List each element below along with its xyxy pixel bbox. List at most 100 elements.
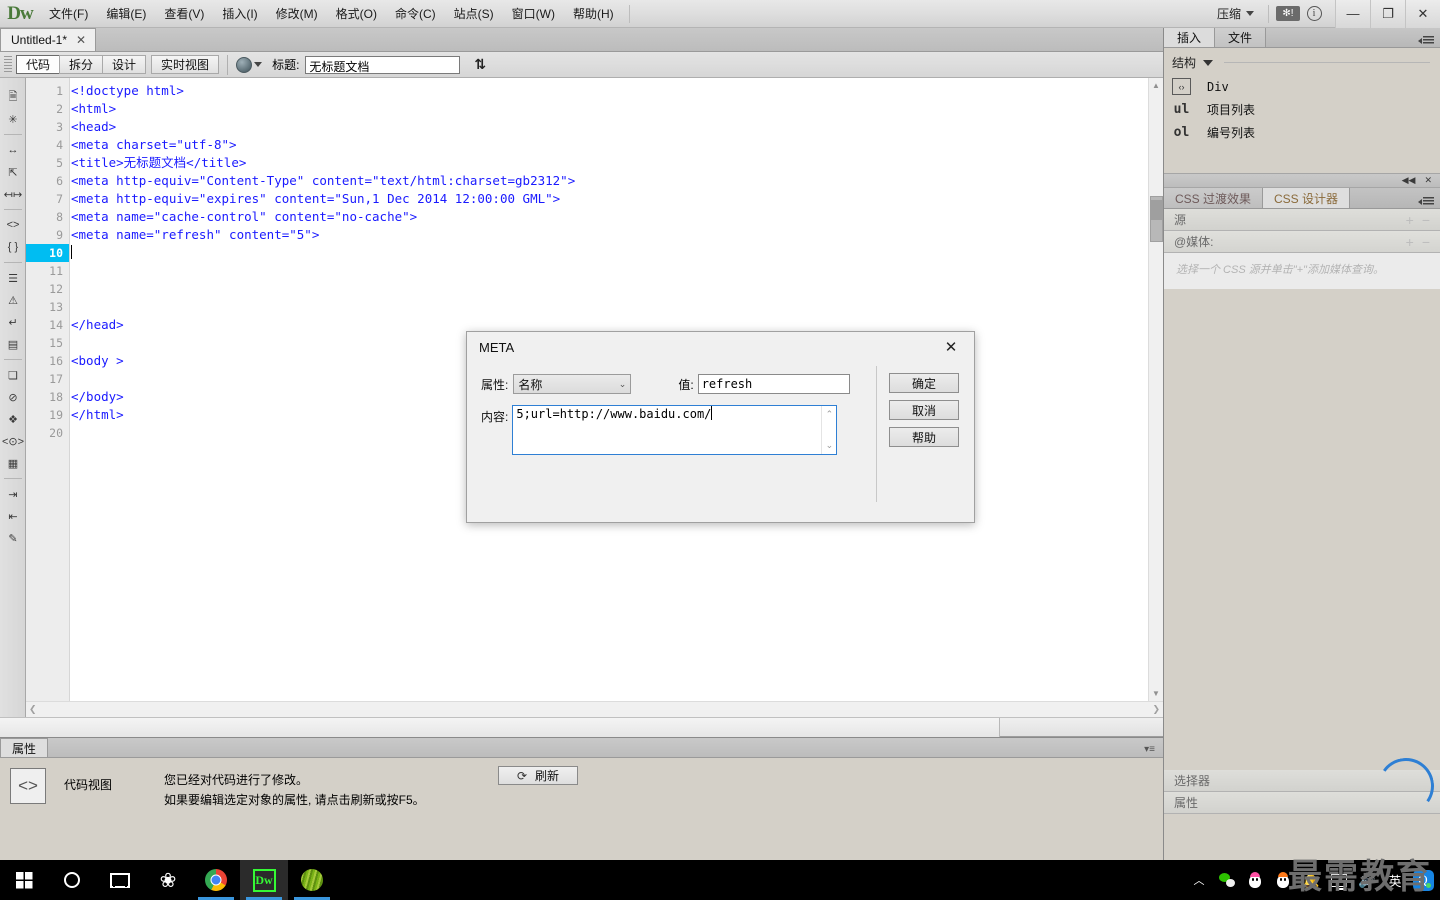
help-button[interactable]: 帮助 bbox=[889, 427, 959, 447]
tab-css-designer[interactable]: CSS 设计器 bbox=[1263, 188, 1351, 208]
chevron-down-icon-2[interactable] bbox=[254, 62, 263, 67]
value-input[interactable]: refresh bbox=[697, 374, 850, 394]
insert-item-div[interactable]: ‹› Div bbox=[1164, 75, 1440, 98]
open-documents-icon[interactable]: 🗎 bbox=[0, 86, 26, 108]
scroll-down-icon-2[interactable]: ⌄ bbox=[826, 440, 834, 451]
qq-tray-icon-pink[interactable] bbox=[1242, 860, 1268, 900]
recent-snippets-icon[interactable]: <⊙> bbox=[0, 430, 26, 452]
scroll-up-icon-2[interactable]: ⌃ bbox=[826, 409, 834, 420]
remove-source-icon[interactable]: − bbox=[1422, 212, 1430, 228]
apply-comment-icon[interactable]: ❏ bbox=[0, 364, 26, 386]
close-button[interactable]: ✕ bbox=[1405, 0, 1440, 28]
circle-icon bbox=[64, 872, 80, 888]
editor-vertical-scrollbar[interactable]: ▲ ▼ bbox=[1148, 78, 1163, 701]
wechat-tray-icon[interactable] bbox=[1214, 860, 1240, 900]
scroll-left-icon[interactable]: ❮ bbox=[29, 704, 37, 715]
menu-view[interactable]: 查看(V) bbox=[155, 1, 213, 26]
expand-panels-icon[interactable]: ◀◀ bbox=[1402, 175, 1416, 186]
content-textarea[interactable]: 5;url=http://www.baidu.com/ ⌃ ⌄ bbox=[512, 405, 838, 455]
code-line: <meta http-equiv="expires" content="Sun,… bbox=[71, 191, 561, 206]
view-design-button[interactable]: 设计 bbox=[102, 55, 147, 74]
view-live-button[interactable]: 实时视图 bbox=[151, 55, 220, 74]
tab-files[interactable]: 文件 bbox=[1215, 28, 1267, 47]
view-split-button[interactable]: 拆分 bbox=[59, 55, 104, 74]
expand-all-icon[interactable]: ↤↦ bbox=[0, 183, 26, 205]
minimize-button[interactable]: — bbox=[1335, 0, 1370, 28]
remove-media-icon[interactable]: − bbox=[1422, 234, 1430, 250]
preview-browser-icon[interactable] bbox=[236, 56, 253, 73]
info-button[interactable]: i bbox=[1301, 4, 1327, 24]
insert-category-selector[interactable]: 结构 bbox=[1164, 48, 1440, 75]
workspace-switcher[interactable]: 压缩 bbox=[1209, 3, 1262, 24]
refresh-button[interactable]: ⟳ 刷新 bbox=[498, 766, 578, 785]
menu-format[interactable]: 格式(O) bbox=[327, 1, 386, 26]
line-number-current: 10 bbox=[26, 244, 69, 262]
scroll-down-icon[interactable]: ▼ bbox=[1149, 686, 1163, 701]
tab-insert[interactable]: 插入 bbox=[1164, 28, 1216, 47]
close-panel-icon[interactable]: ✕ bbox=[1424, 175, 1432, 186]
view-code-button[interactable]: 代码 bbox=[16, 55, 61, 74]
collapse-panel-icon[interactable]: ▾≡ bbox=[1144, 744, 1163, 757]
start-button[interactable] bbox=[0, 860, 48, 900]
remove-comment-icon[interactable]: ⊘ bbox=[0, 386, 26, 408]
collapse-outside-selection-icon[interactable]: ⇱ bbox=[0, 161, 26, 183]
add-source-icon[interactable]: + bbox=[1406, 212, 1414, 228]
content-label: 内容: bbox=[481, 410, 509, 424]
line-number: 14 bbox=[49, 318, 63, 332]
document-tab-untitled-1[interactable]: Untitled-1* ✕ bbox=[0, 28, 97, 51]
menu-commands[interactable]: 命令(C) bbox=[386, 1, 445, 26]
balance-braces-icon[interactable]: { } bbox=[0, 236, 26, 258]
menu-edit[interactable]: 编辑(E) bbox=[97, 1, 155, 26]
move-css-rules-icon[interactable]: ▦ bbox=[0, 452, 26, 474]
format-source-code-icon[interactable]: ✎ bbox=[0, 527, 26, 549]
attribute-select[interactable]: 名称 ⌄ bbox=[513, 374, 632, 394]
add-media-icon[interactable]: + bbox=[1406, 234, 1414, 250]
menu-window[interactable]: 窗口(W) bbox=[503, 1, 564, 26]
word-wrap-icon[interactable]: ↵ bbox=[0, 311, 26, 333]
tab-properties[interactable]: 属性 bbox=[0, 738, 49, 757]
outdent-code-icon[interactable]: ⇤ bbox=[0, 505, 26, 527]
menu-modify[interactable]: 修改(M) bbox=[267, 1, 327, 26]
menu-file[interactable]: 文件(F) bbox=[40, 1, 97, 26]
collapse-selection-icon[interactable]: ↔ bbox=[0, 139, 26, 161]
show-hidden-icons-button[interactable]: ︿ bbox=[1186, 860, 1212, 900]
wrap-tag-icon[interactable]: ❖ bbox=[0, 408, 26, 430]
toolbar-grip[interactable] bbox=[4, 55, 12, 74]
panel-splitter[interactable] bbox=[0, 717, 1163, 737]
indent-code-icon[interactable]: ⇥ bbox=[0, 483, 26, 505]
scroll-up-icon[interactable]: ▲ bbox=[1149, 78, 1163, 93]
syntax-error-alerts-icon[interactable]: ▤ bbox=[0, 333, 26, 355]
scrollbar-thumb-inner[interactable] bbox=[1150, 200, 1163, 220]
highlight-invalid-code-icon[interactable]: ⚠ bbox=[0, 289, 26, 311]
scroll-right-icon[interactable]: ❯ bbox=[1152, 704, 1160, 715]
green-app-taskbar-item[interactable] bbox=[288, 860, 336, 900]
collapse-full-tag-icon[interactable]: ✳ bbox=[0, 108, 26, 130]
close-icon[interactable]: ✕ bbox=[934, 333, 968, 361]
select-parent-tag-icon[interactable]: <> bbox=[0, 214, 26, 236]
document-title-input[interactable]: 无标题文档 bbox=[305, 55, 461, 74]
pinwheel-app-button[interactable]: ❀ bbox=[144, 860, 192, 900]
cancel-button[interactable]: 取消 bbox=[889, 400, 959, 420]
chrome-taskbar-item[interactable] bbox=[192, 860, 240, 900]
cortana-button[interactable] bbox=[48, 860, 96, 900]
task-view-button[interactable] bbox=[96, 860, 144, 900]
ok-button[interactable]: 确定 bbox=[889, 373, 959, 393]
restore-button[interactable]: ❐ bbox=[1370, 0, 1405, 28]
tab-css-transitions[interactable]: CSS 过渡效果 bbox=[1164, 188, 1264, 208]
menu-insert[interactable]: 插入(I) bbox=[213, 1, 266, 26]
insert-item-ordered-list[interactable]: ol 编号列表 bbox=[1164, 121, 1440, 144]
line-numbers-icon[interactable]: ☰ bbox=[0, 267, 26, 289]
code-view-icon[interactable]: <> bbox=[10, 768, 46, 804]
extensions-button[interactable]: ✻! bbox=[1275, 4, 1301, 24]
insert-item-unordered-list[interactable]: ul 项目列表 bbox=[1164, 98, 1440, 121]
close-icon[interactable]: ✕ bbox=[76, 33, 86, 47]
splitter-thumb[interactable] bbox=[0, 718, 1000, 737]
menu-site[interactable]: 站点(S) bbox=[445, 1, 503, 26]
content-textarea-scrollbar[interactable]: ⌃ ⌄ bbox=[821, 406, 837, 454]
css-panel-menu-button[interactable] bbox=[1418, 197, 1440, 208]
insert-panel-menu-button[interactable] bbox=[1418, 36, 1440, 47]
editor-horizontal-scrollbar[interactable]: ❮ ❯ bbox=[26, 701, 1163, 717]
menu-help[interactable]: 帮助(H) bbox=[564, 1, 623, 26]
dreamweaver-taskbar-item[interactable]: Dw bbox=[240, 860, 288, 900]
file-management-icon[interactable]: ⇅ bbox=[474, 56, 486, 73]
